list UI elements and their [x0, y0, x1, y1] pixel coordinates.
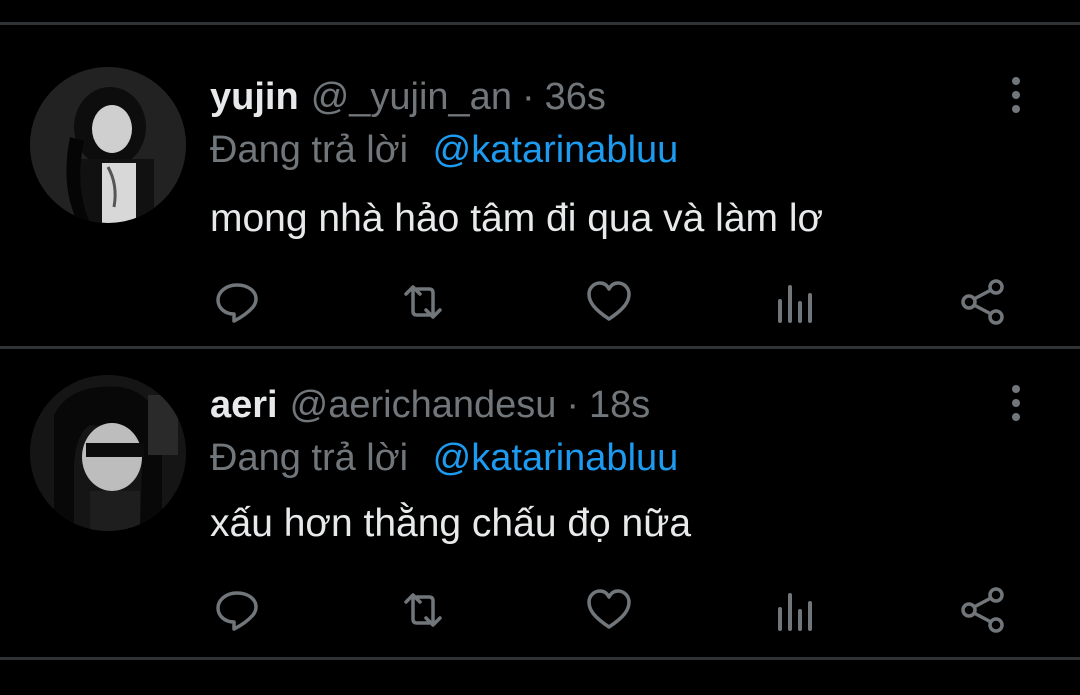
heart-icon[interactable]	[584, 585, 634, 635]
tweet-text: xấu hơn thằng chấu đọ nữa	[210, 502, 692, 545]
avatar[interactable]	[30, 375, 186, 531]
reply-mention[interactable]: @katarinabluu	[433, 129, 679, 171]
reply-label: Đang trả lời	[210, 129, 409, 171]
tweet-header: yujin @_yujin_an · 36s	[210, 72, 606, 122]
handle[interactable]: @aerichandesu	[290, 380, 557, 430]
tweet-header: aeri @aerichandesu · 18s	[210, 380, 650, 430]
timestamp[interactable]: 36s	[545, 72, 606, 122]
avatar[interactable]	[30, 67, 186, 223]
more-vertical-icon[interactable]	[996, 378, 1036, 428]
reply-context: Đang trả lời @katarinabluu	[210, 433, 678, 483]
analytics-icon[interactable]	[770, 277, 820, 327]
bottom-divider	[0, 657, 1080, 660]
action-bar	[0, 277, 1080, 327]
more-vertical-icon[interactable]	[996, 70, 1036, 120]
retweet-icon[interactable]	[398, 585, 448, 635]
reply-context: Đang trả lời @katarinabluu	[210, 125, 678, 175]
share-icon[interactable]	[958, 277, 1008, 327]
tweet-text: mong nhà hảo tâm đi qua và làm lơ	[210, 197, 824, 240]
separator: ·	[521, 76, 535, 118]
reply-label: Đang trả lời	[210, 437, 409, 479]
reply-icon[interactable]	[212, 585, 262, 635]
display-name[interactable]: yujin	[210, 72, 299, 122]
heart-icon[interactable]	[584, 277, 634, 327]
tweet[interactable]: yujin @_yujin_an · 36s Đang trả lời @kat…	[0, 25, 1080, 331]
display-name[interactable]: aeri	[210, 380, 278, 430]
tweet[interactable]: aeri @aerichandesu · 18s Đang trả lời @k…	[0, 349, 1080, 655]
reply-icon[interactable]	[212, 277, 262, 327]
reply-mention[interactable]: @katarinabluu	[433, 437, 679, 479]
handle[interactable]: @_yujin_an	[311, 72, 512, 122]
share-icon[interactable]	[958, 585, 1008, 635]
action-bar	[0, 585, 1080, 635]
separator: ·	[566, 384, 580, 426]
retweet-icon[interactable]	[398, 277, 448, 327]
timestamp[interactable]: 18s	[589, 380, 650, 430]
analytics-icon[interactable]	[770, 585, 820, 635]
